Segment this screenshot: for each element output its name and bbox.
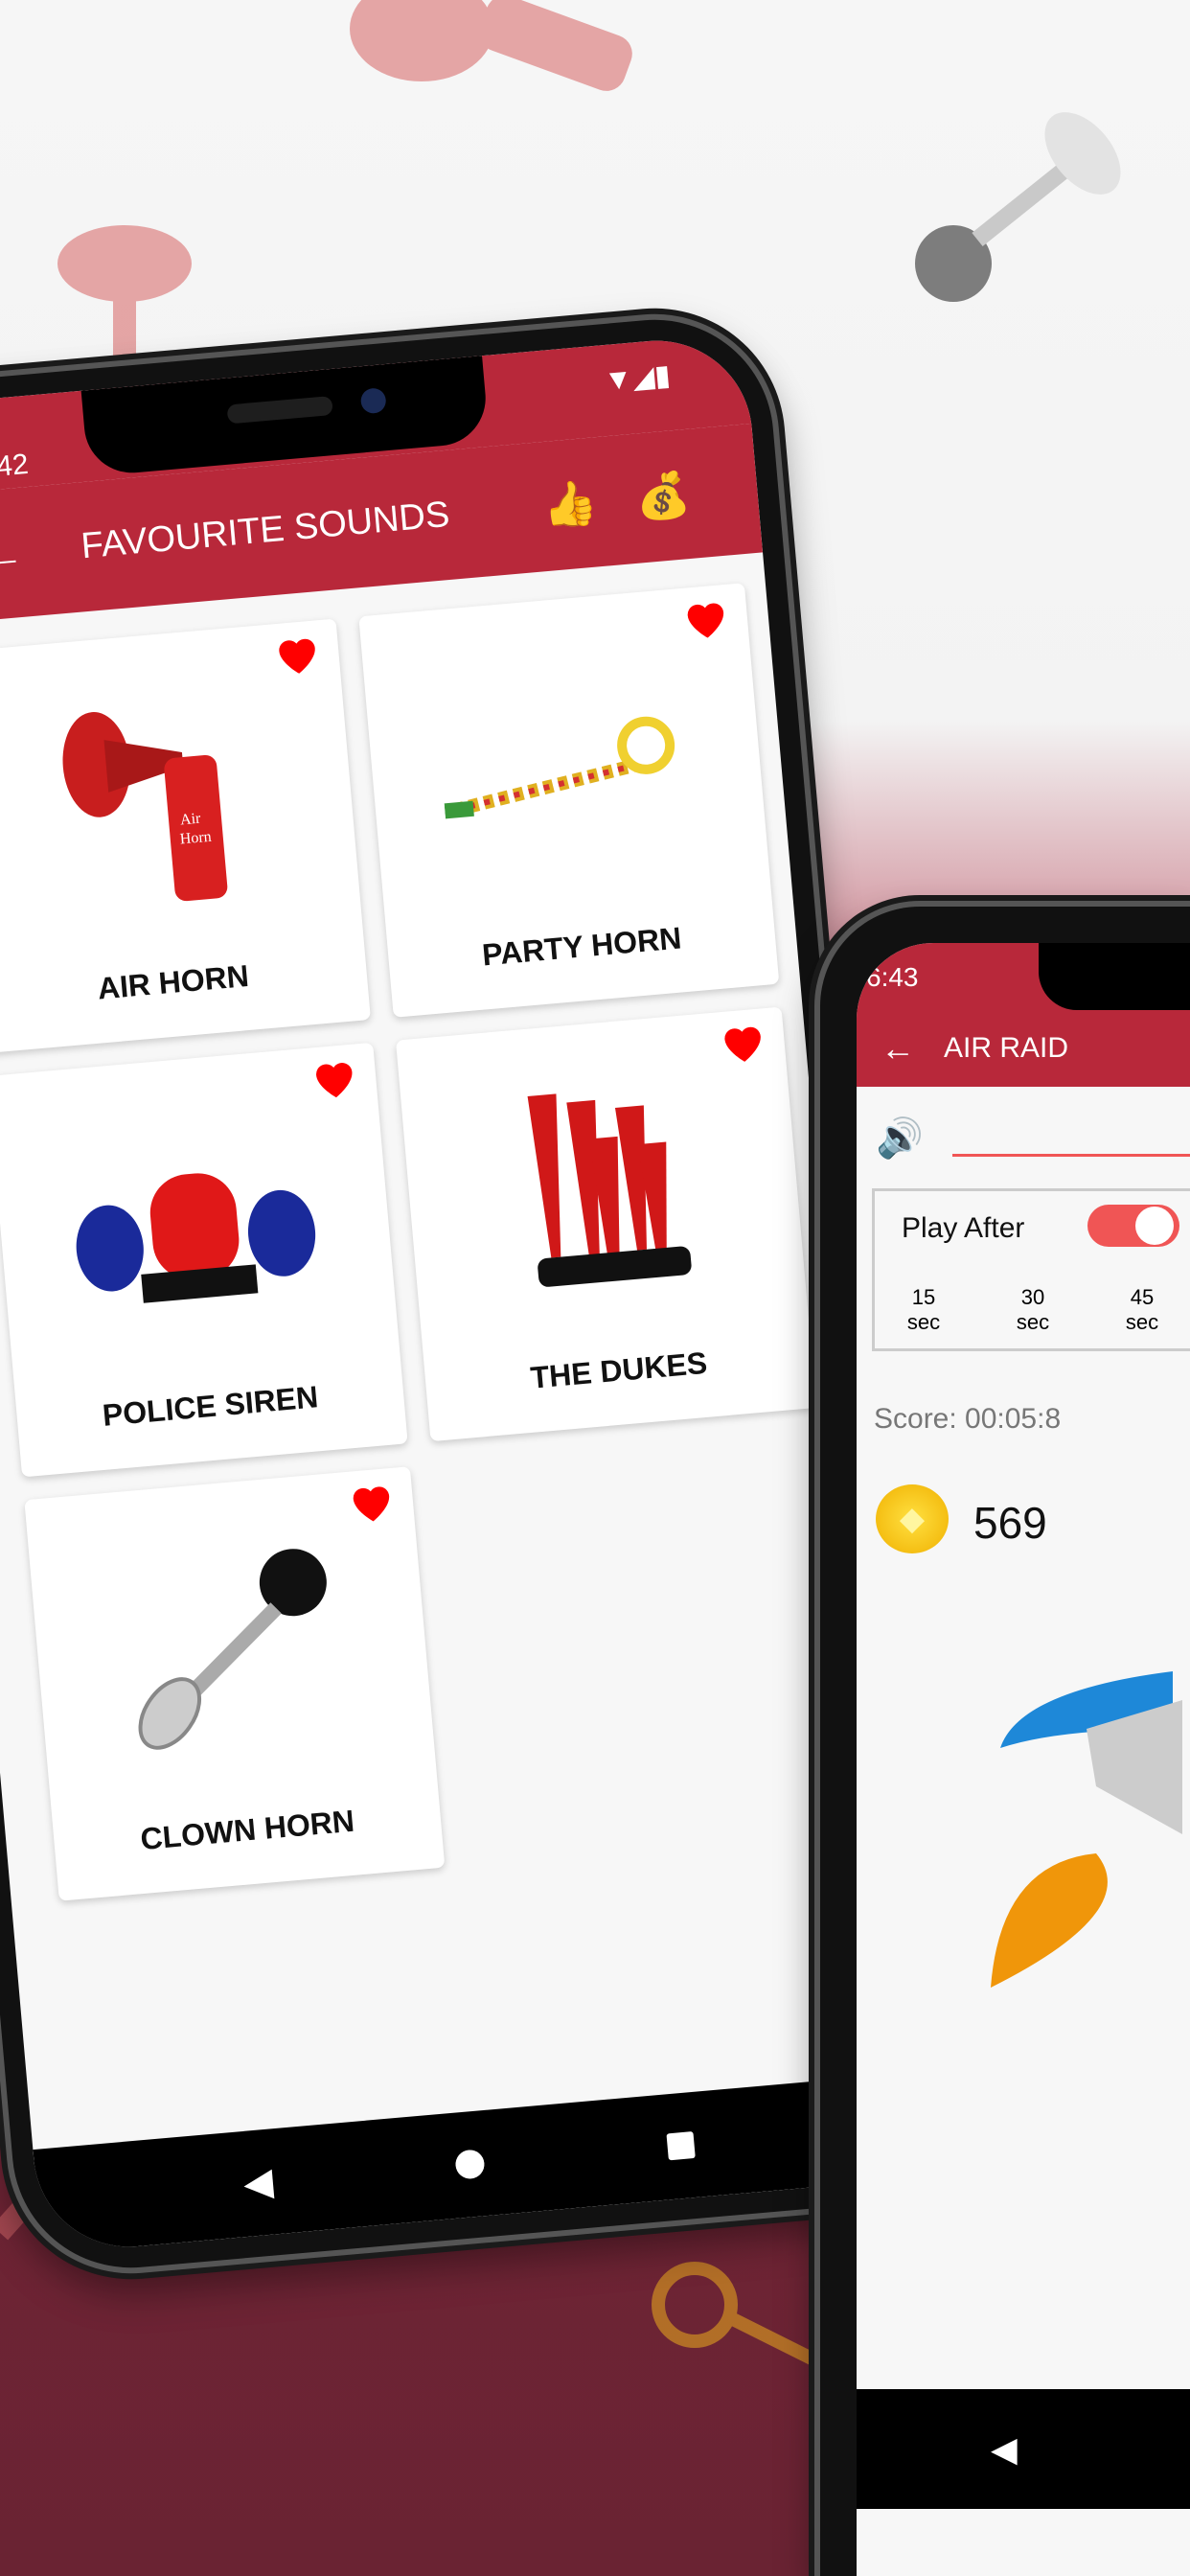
option-unit: sec: [906, 1310, 941, 1334]
score-text: Score: 00:05:8: [874, 1403, 1062, 1435]
svg-text:Horn: Horn: [179, 829, 212, 848]
option-unit: sec: [1125, 1310, 1159, 1334]
home-nav-button[interactable]: [454, 2149, 487, 2180]
air-horn-decoration-icon: [350, 0, 632, 91]
right-phone-frame: 6:43 ← AIR RAID 🔊 Play After 15 sec 30 sec…: [814, 901, 1190, 2576]
interval-option-15[interactable]: 15 sec: [900, 1285, 948, 1335]
sound-name: AIR HORN: [96, 957, 251, 1006]
interval-option-30[interactable]: 30 sec: [1009, 1285, 1057, 1335]
police-siren-image: [76, 1173, 316, 1303]
navigation-bar: ◀: [857, 2389, 1190, 2509]
party-horn-image: [444, 716, 675, 819]
sound-card-clown-horn[interactable]: CLOWN HORN: [24, 1466, 446, 1901]
coin-count: 569: [973, 1498, 1047, 1548]
camera: [359, 387, 387, 415]
coin-icon: ◆: [876, 1484, 949, 1553]
back-button[interactable]: ←: [881, 1028, 915, 1069]
option-value: 30: [1020, 1285, 1045, 1309]
back-nav-button[interactable]: ◀: [991, 2429, 1018, 2470]
sound-name: CLOWN HORN: [139, 1803, 356, 1857]
sound-detail-screen: 6:43 ← AIR RAID 🔊 Play After 15 sec 30 sec…: [857, 943, 1190, 2576]
left-phone-frame: 6:42 ▼◢▮ ← FAVOURITE SOUNDS 👍 💰 Air Horn …: [0, 303, 934, 2285]
sound-name: THE DUKES: [529, 1345, 709, 1395]
party-horn-decoration-icon: [652, 2262, 823, 2367]
play-after-panel: Play After 15 sec 30 sec 45 sec: [872, 1188, 1190, 1351]
heart-icon[interactable]: [680, 594, 732, 646]
heart-icon[interactable]: [309, 1053, 360, 1105]
clown-horn-image: [138, 1549, 327, 1750]
interval-option-45[interactable]: 45 sec: [1118, 1285, 1166, 1335]
volume-slider[interactable]: [952, 1154, 1190, 1157]
heart-icon[interactable]: [272, 630, 324, 681]
volume-icon[interactable]: 🔊: [876, 1116, 924, 1161]
recents-nav-button[interactable]: [666, 2131, 696, 2161]
option-value: 15: [911, 1285, 936, 1309]
air-horn-image: AirHorn: [62, 711, 228, 902]
wifi-signal-battery-icon: ▼◢▮: [603, 359, 673, 398]
the-dukes-image: [527, 1093, 692, 1287]
sound-card-party-horn[interactable]: PARTY HORN: [358, 583, 780, 1018]
back-nav-button[interactable]: ◀: [241, 2160, 275, 2207]
trumpet-decoration-icon: [57, 225, 192, 364]
status-time: 6:42: [0, 448, 30, 485]
clown-horn-decoration-icon: [915, 112, 1121, 302]
money-bag-button[interactable]: 💰: [633, 468, 693, 525]
sound-name: PARTY HORN: [480, 920, 683, 973]
like-button[interactable]: 👍: [540, 475, 600, 533]
sound-card-the-dukes[interactable]: THE DUKES: [395, 1006, 817, 1442]
navigation-bar: ◀: [33, 2074, 905, 2255]
heart-icon[interactable]: [718, 1018, 769, 1070]
page-title: FAVOURITE SOUNDS: [79, 494, 451, 567]
app-logo-icon: [991, 1671, 1182, 1988]
heart-icon[interactable]: [346, 1478, 398, 1530]
notch: [1039, 943, 1190, 1010]
sound-name: POLICE SIREN: [101, 1379, 320, 1433]
status-time: 6:43: [866, 962, 919, 992]
back-button[interactable]: ←: [0, 526, 26, 582]
speaker: [226, 396, 333, 425]
sound-card-police-siren[interactable]: POLICE SIREN: [0, 1042, 408, 1478]
sound-card-air-horn[interactable]: Air Horn AIR HORN: [0, 618, 371, 1054]
svg-text:Air: Air: [179, 811, 201, 829]
favourites-screen: 6:42 ▼◢▮ ← FAVOURITE SOUNDS 👍 💰 Air Horn …: [0, 333, 905, 2255]
toggle-knob: [1135, 1207, 1174, 1245]
option-unit: sec: [1016, 1310, 1050, 1334]
play-after-toggle[interactable]: [1087, 1205, 1179, 1247]
option-value: 45: [1130, 1285, 1155, 1309]
play-after-label: Play After: [902, 1212, 1025, 1244]
page-title: AIR RAID: [944, 1032, 1069, 1064]
toolbar: ← AIR RAID: [857, 1010, 1190, 1087]
